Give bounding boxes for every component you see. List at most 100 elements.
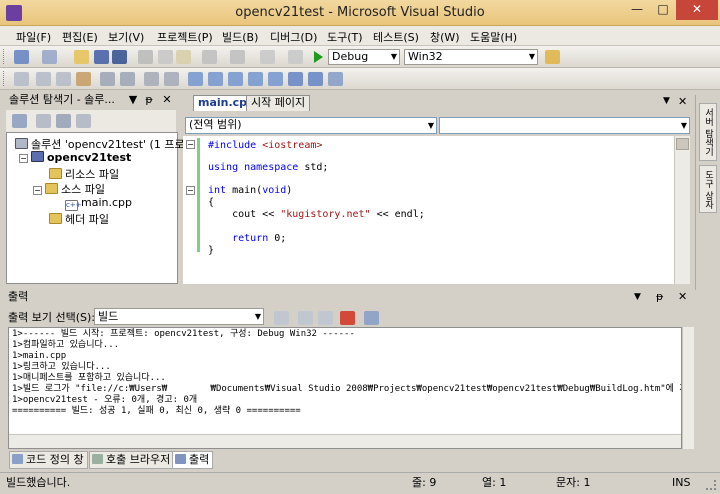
close-button[interactable]: ✕ [676, 0, 718, 20]
close-icon[interactable]: ✕ [160, 92, 174, 108]
folder-label: 헤더 파일 [65, 213, 109, 226]
tree-folder-resource[interactable]: 리소스 파일 [49, 166, 119, 181]
tree-folder-header[interactable]: 헤더 파일 [49, 211, 109, 226]
minimize-button[interactable]: — [624, 0, 650, 20]
display-word-completion-icon[interactable] [76, 72, 91, 86]
resize-grip-icon[interactable] [706, 480, 716, 490]
chevron-down-icon[interactable]: ▼ [126, 92, 140, 108]
close-document-icon[interactable]: ✕ [678, 95, 687, 108]
toolbar-grip[interactable] [3, 71, 6, 86]
uncomment-icon[interactable] [164, 72, 179, 86]
new-project-icon[interactable] [14, 50, 29, 64]
copy-icon[interactable] [158, 50, 173, 64]
navigate-backward-icon[interactable] [260, 50, 275, 64]
display-parameter-info-icon[interactable] [36, 72, 51, 86]
previous-bookmark-in-document-icon[interactable] [288, 72, 303, 86]
output-horizontal-scrollbar[interactable] [9, 434, 681, 448]
tree-solution[interactable]: 솔루션 'opencv21test' (1 프로젝트) [15, 136, 209, 151]
output-scrollbar[interactable] [682, 327, 694, 449]
menu-help[interactable]: 도움말(H) [470, 29, 517, 45]
find-in-files-icon[interactable] [545, 50, 560, 64]
start-debugging-icon[interactable] [314, 51, 323, 63]
solution-explorer-header: 솔루션 탐색기 - 솔루... ▼ ᵽ ✕ [6, 92, 176, 109]
show-all-files-icon[interactable] [36, 114, 51, 128]
output-source-select[interactable]: 빌드 ▼ [94, 308, 264, 325]
member-select[interactable]: ▼ [439, 117, 690, 134]
menu-edit[interactable]: 편집(E) [62, 29, 98, 45]
tab-label: 호출 브라우저 [106, 453, 171, 466]
save-all-icon[interactable] [112, 50, 127, 64]
clear-bookmarks-icon[interactable] [328, 72, 343, 86]
increase-indent-icon[interactable] [120, 72, 135, 86]
tab-server-explorer[interactable]: 서버 탐색기 [699, 103, 717, 161]
view-class-diagram-icon[interactable] [76, 114, 91, 128]
add-item-icon[interactable] [42, 50, 57, 64]
output-line: ========== 빌드: 성공 1, 실패 0, 최신 0, 생략 0 ==… [12, 406, 301, 416]
output-text[interactable]: 1>------ 빌드 시작: 프로젝트: opencv21test, 구성: … [8, 327, 682, 449]
code-token: void [262, 185, 287, 196]
maximize-button[interactable]: □ [650, 0, 676, 20]
collapse-icon[interactable]: − [33, 186, 42, 195]
menu-file[interactable]: 파일(F) [16, 29, 51, 45]
code-editor[interactable]: − #include <iostream> using namespace st… [183, 136, 689, 284]
chevron-down-icon[interactable]: ▼ [663, 96, 670, 106]
platform-select[interactable]: Win32 ▼ [404, 49, 538, 65]
next-bookmark-icon[interactable] [228, 72, 243, 86]
redo-icon[interactable] [230, 50, 245, 64]
pin-icon[interactable]: ᵽ [656, 289, 663, 305]
scope-select[interactable]: (전역 범위) ▼ [185, 117, 437, 134]
previous-bookmark-icon[interactable] [208, 72, 223, 86]
navigate-forward-icon[interactable] [288, 50, 303, 64]
tree-file-main-cpp[interactable]: c++main.cpp [65, 196, 132, 211]
properties-icon[interactable] [12, 114, 27, 128]
tab-call-browser[interactable]: 호출 브라우저 [89, 451, 175, 469]
next-bookmark-in-document-icon[interactable] [308, 72, 323, 86]
menu-tools[interactable]: 도구(T) [327, 29, 363, 45]
clear-all-icon[interactable] [340, 311, 355, 325]
menu-debug[interactable]: 디버그(D) [270, 29, 317, 45]
menu-view[interactable]: 보기(V) [108, 29, 144, 45]
paste-icon[interactable] [176, 50, 191, 64]
collapse-icon[interactable]: − [186, 140, 195, 149]
tree-project[interactable]: − opencv21test [19, 151, 131, 166]
display-quick-info-icon[interactable] [56, 72, 71, 86]
refresh-icon[interactable] [56, 114, 71, 128]
open-file-icon[interactable] [74, 50, 89, 64]
find-message-in-code-icon[interactable] [274, 311, 289, 325]
menu-test[interactable]: 테스트(S) [373, 29, 419, 45]
previous-message-icon[interactable] [298, 311, 313, 325]
tab-code-definition[interactable]: 코드 정의 창 [9, 451, 88, 469]
side-tab-strip: 서버 탐색기 도구 상자 [695, 95, 720, 290]
folder-icon [49, 213, 62, 224]
pin-icon[interactable]: ᵽ [142, 92, 156, 108]
undo-icon[interactable] [202, 50, 217, 64]
toolbar-grip[interactable] [3, 49, 6, 64]
tab-start-page[interactable]: 시작 페이지 [246, 95, 311, 111]
previous-bookmark-in-folder-icon[interactable] [248, 72, 263, 86]
tab-output[interactable]: 출력 [172, 451, 214, 469]
collapse-icon[interactable]: − [19, 154, 28, 163]
cut-icon[interactable] [138, 50, 153, 64]
menu-project[interactable]: 프로젝트(P) [157, 29, 213, 45]
output-line: 1>------ 빌드 시작: 프로젝트: opencv21test, 구성: … [12, 329, 355, 339]
close-icon[interactable]: ✕ [678, 289, 687, 305]
menu-window[interactable]: 창(W) [430, 29, 460, 45]
tab-toolbox[interactable]: 도구 상자 [699, 165, 717, 213]
code-token: #include [208, 140, 263, 151]
editor-scrollbar[interactable] [674, 136, 690, 284]
next-bookmark-in-folder-icon[interactable] [268, 72, 283, 86]
chevron-down-icon[interactable]: ▼ [634, 289, 641, 305]
toggle-bookmark-icon[interactable] [188, 72, 203, 86]
tree-folder-source[interactable]: − 소스 파일 [33, 181, 105, 196]
next-message-icon[interactable] [318, 311, 333, 325]
menu-build[interactable]: 빌드(B) [222, 29, 258, 45]
save-icon[interactable] [94, 50, 109, 64]
display-object-member-list-icon[interactable] [14, 72, 29, 86]
menu-bar: 파일(F) 편집(E) 보기(V) 프로젝트(P) 빌드(B) 디버그(D) 도… [0, 26, 720, 46]
configuration-select[interactable]: Debug ▼ [328, 49, 400, 65]
collapse-icon[interactable]: − [186, 186, 195, 195]
toggle-word-wrap-icon[interactable] [364, 311, 379, 325]
decrease-indent-icon[interactable] [100, 72, 115, 86]
scrollbar-thumb[interactable] [676, 138, 689, 150]
comment-out-icon[interactable] [144, 72, 159, 86]
